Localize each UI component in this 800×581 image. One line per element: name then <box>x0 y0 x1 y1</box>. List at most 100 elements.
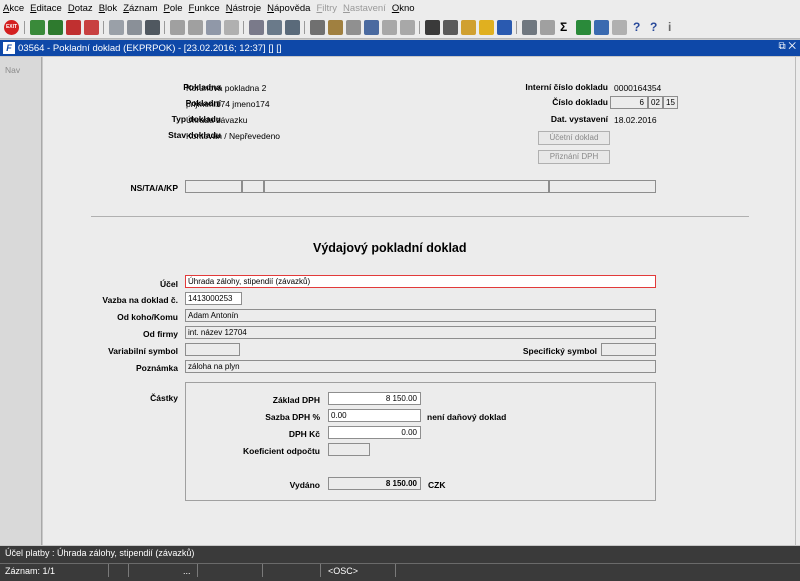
menu-item-1[interactable]: Editace <box>30 3 62 14</box>
report-icon[interactable] <box>522 20 537 35</box>
sort-desc-icon[interactable] <box>188 20 203 35</box>
save-icon[interactable] <box>30 20 45 35</box>
toolbar-separator <box>304 21 305 34</box>
od-firmy-label: Od firmy <box>143 329 178 339</box>
cislo-dokladu-label: Číslo dokladu <box>552 97 608 107</box>
ns-field[interactable] <box>185 180 242 193</box>
datum-vystaveni-label: Dat. vystavení <box>550 114 608 124</box>
mail-icon[interactable] <box>285 20 300 35</box>
clear-record-icon[interactable] <box>84 20 99 35</box>
kp-field[interactable] <box>549 180 656 193</box>
menu-item-8[interactable]: Nápověda <box>267 3 310 14</box>
specificky-symbol-label: Specifický symbol <box>522 346 597 356</box>
print-preview-icon[interactable] <box>267 20 282 35</box>
star-icon[interactable] <box>479 20 494 35</box>
menu-item-6[interactable]: Funkce <box>189 3 220 14</box>
menu-item-5[interactable]: Pole <box>164 3 183 14</box>
menu-item-2[interactable]: Dotaz <box>68 3 93 14</box>
print-icon[interactable] <box>249 20 264 35</box>
window-title: 03564 - Pokladní doklad (EKPRPOK) - [23.… <box>18 42 282 54</box>
status-separator <box>128 564 129 577</box>
variabilni-symbol-field[interactable] <box>185 343 240 356</box>
ucel-field[interactable]: Úhrada zálohy, stipendií (závazků) <box>185 275 656 288</box>
status-separator <box>197 564 198 577</box>
record-counter: Záznam: 1/1 <box>5 566 56 576</box>
settings-icon[interactable] <box>461 20 476 35</box>
a-field[interactable] <box>264 180 549 193</box>
sum-icon[interactable]: Σ <box>560 20 567 35</box>
cut-icon[interactable] <box>310 20 325 35</box>
menu-item-7[interactable]: Nástroje <box>226 3 261 14</box>
interni-cislo-value: 0000164354 <box>614 83 662 93</box>
copy-record-icon[interactable] <box>109 20 124 35</box>
toolbar-separator <box>516 21 517 34</box>
od-koho-field[interactable]: Adam Antonín <box>185 309 656 322</box>
list-icon[interactable] <box>382 20 397 35</box>
menu-item-3[interactable]: Blok <box>99 3 118 14</box>
duplicate-icon[interactable] <box>127 20 142 35</box>
edit-icon[interactable] <box>594 20 609 35</box>
menu-item-4[interactable]: Záznam <box>123 3 157 14</box>
columns-icon[interactable] <box>400 20 415 35</box>
toolbar-separator <box>419 21 420 34</box>
vazba-field[interactable]: 1413000253 <box>185 292 242 305</box>
neni-danovy-doklad-label: není daňový doklad <box>427 412 507 422</box>
sazba-dph-field[interactable]: 0.00 <box>328 409 421 422</box>
window-titlebar: F 03564 - Pokladní doklad (EKPRPOK) - [2… <box>0 40 800 56</box>
window-control-buttons[interactable]: ⧉ ✕ <box>778 41 796 52</box>
status-mode: <OSC> <box>328 566 359 576</box>
help-icon[interactable]: ? <box>650 20 657 35</box>
ucetni-doklad-button[interactable]: Účetní doklad <box>538 131 610 145</box>
cislo-dokladu-part1: 6 <box>610 96 648 109</box>
variabilni-symbol-label: Variabilní symbol <box>108 346 178 356</box>
excel-icon[interactable] <box>576 20 591 35</box>
ns-ta-a-kp-label: NS/TA/A/KP <box>130 183 178 193</box>
specificky-symbol-field[interactable] <box>601 343 656 356</box>
copy-icon[interactable] <box>346 20 361 35</box>
poznamka-label: Poznámka <box>135 363 178 373</box>
filter-icon[interactable] <box>224 20 239 35</box>
ucel-label: Účel <box>160 279 178 289</box>
menu-bar: Akce Editace Dotaz Blok Záznam Pole Funkce Nást… <box>0 0 800 17</box>
menu-item-0[interactable]: Akce <box>3 3 24 14</box>
context-help-icon[interactable]: ? <box>633 20 640 35</box>
vydano-field: 8 150.00 <box>328 477 421 490</box>
od-firmy-field[interactable]: int. název 12704 <box>185 326 656 339</box>
priznani-dph-button[interactable]: Přiznání DPH <box>538 150 610 164</box>
document-icon[interactable] <box>443 20 458 35</box>
status-message: Účel platby : Úhrada zálohy, stipendií (… <box>5 548 195 558</box>
exit-button[interactable]: EXIT <box>4 20 19 35</box>
warning-icon[interactable] <box>497 20 512 35</box>
export-icon[interactable] <box>540 20 555 35</box>
calendar-icon[interactable] <box>612 20 627 35</box>
zaklad-dph-label: Základ DPH <box>272 395 320 405</box>
query-icon[interactable] <box>206 20 221 35</box>
calculator-icon[interactable] <box>425 20 440 35</box>
koeficient-odpoctu-field[interactable] <box>328 443 370 456</box>
status-ellipsis: ... <box>183 566 191 576</box>
scrollbar[interactable] <box>795 57 800 545</box>
poznamka-field[interactable]: záloha na plyn <box>185 360 656 373</box>
koeficient-odpoctu-label: Koeficient odpočtu <box>243 446 320 456</box>
find-icon[interactable] <box>364 20 379 35</box>
paste-icon[interactable] <box>328 20 343 35</box>
sort-asc-icon[interactable] <box>170 20 185 35</box>
zaklad-dph-field[interactable]: 8 150.00 <box>328 392 421 405</box>
lock-record-icon[interactable] <box>145 20 160 35</box>
nav-toggle[interactable]: Nav <box>5 65 20 75</box>
toolbar-separator <box>243 21 244 34</box>
delete-record-icon[interactable] <box>66 20 81 35</box>
vydano-label: Vydáno <box>289 480 320 490</box>
ta-field[interactable] <box>242 180 264 193</box>
dph-kc-field[interactable]: 0.00 <box>328 426 421 439</box>
typ-dokladu-value: Úhrada závazku <box>186 115 248 125</box>
cislo-dokladu-part3: 15 <box>663 96 678 109</box>
info-icon[interactable]: i <box>668 20 671 35</box>
app-icon: F <box>3 42 15 54</box>
menu-item-9[interactable]: Filtry <box>316 3 337 14</box>
castky-label: Částky <box>150 393 178 403</box>
insert-record-icon[interactable] <box>48 20 63 35</box>
menu-item-11[interactable]: Okno <box>392 3 415 14</box>
currency-label: CZK <box>428 480 446 490</box>
menu-item-10[interactable]: Nastavení <box>343 3 386 14</box>
